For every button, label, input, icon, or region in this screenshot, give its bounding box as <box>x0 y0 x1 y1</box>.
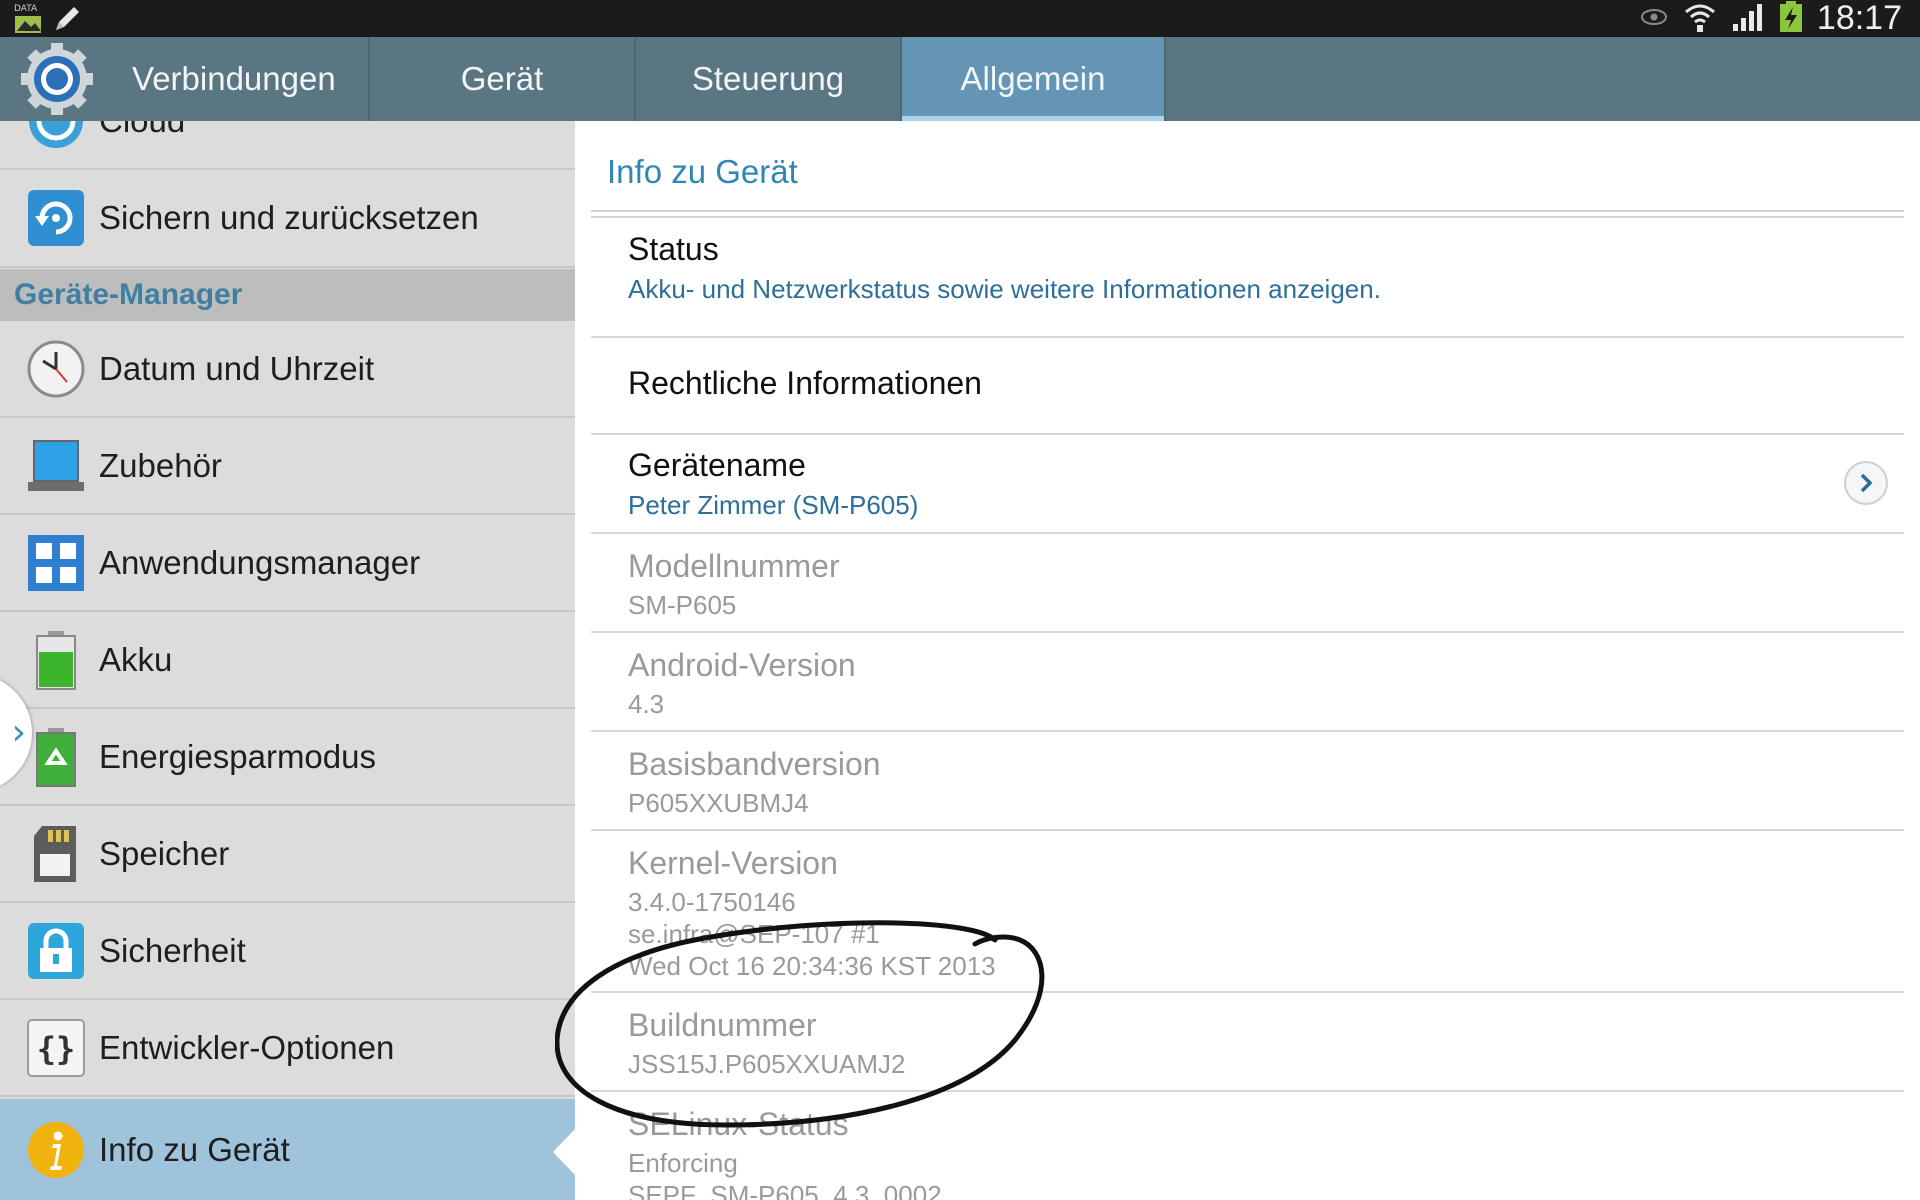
sidebar-item-label: Datum und Uhrzeit <box>99 349 375 387</box>
tab-label: Gerät <box>460 60 544 97</box>
lock-icon <box>26 921 86 981</box>
sidebar-item-label: Anwendungsmanager <box>99 543 421 581</box>
info-icon <box>26 1120 86 1180</box>
section-header-geraete-manager: Geräte-Manager <box>0 269 575 321</box>
sidebar-item-label: Info zu Gerät <box>99 1130 290 1168</box>
chevron-right-icon[interactable] <box>1844 461 1888 505</box>
item-title: Basisbandversion <box>628 746 881 782</box>
item-subtitle: Peter Zimmer (SM-P605) <box>628 490 919 520</box>
item-subtitle: Akku- und Netzwerkstatus sowie weitere I… <box>628 274 1381 304</box>
chevron-right-icon: › <box>11 712 26 753</box>
list-item-modellnummer: Modellnummer SM-P605 <box>591 534 1904 633</box>
sidebar-item-label: Sicherheit <box>99 931 246 969</box>
data-icon: DATA <box>14 4 44 35</box>
battery-icon <box>26 630 86 690</box>
list-item-basisbandversion: Basisbandversion P605XXUBMJ4 <box>591 732 1904 831</box>
cloud-icon <box>26 121 86 151</box>
sidebar-item-label: Sichern und zurücksetzen <box>99 199 479 236</box>
sd-card-icon <box>26 824 86 884</box>
tab-label: Steuerung <box>691 60 845 97</box>
sidebar-item-akku[interactable]: Akku <box>0 612 575 709</box>
settings-sidebar: Cloud Sichern und zurücksetzen Geräte-Ma… <box>0 121 575 1200</box>
item-subtitle: Enforcing <box>628 1148 738 1178</box>
hand-drawn-circle-annotation <box>555 920 1045 1128</box>
sidebar-item-entwickler-optionen[interactable]: {} Entwickler-Optionen <box>0 1000 575 1097</box>
developer-braces-icon: {} <box>26 1018 86 1078</box>
svg-text:{}: {} <box>37 1030 76 1068</box>
list-item-android-version: Android-Version 4.3 <box>591 633 1904 732</box>
status-bar: DATA 18:17 <box>0 0 1920 37</box>
backup-reset-icon <box>26 188 86 248</box>
battery-charging-icon <box>1779 0 1803 37</box>
tab-label: Allgemein <box>960 60 1106 97</box>
section-header-label: Geräte-Manager <box>14 278 243 311</box>
sidebar-item-sicherheit[interactable]: Sicherheit <box>0 903 575 1000</box>
selection-pointer <box>553 1128 576 1176</box>
item-subtitle: SM-P605 <box>628 590 737 620</box>
signal-icon <box>1731 2 1765 36</box>
tab-allgemein[interactable]: Allgemein <box>902 37 1166 121</box>
accessory-icon <box>26 436 86 496</box>
item-subtitle: SEPF_SM-P605_4.3_0002 <box>628 1180 942 1200</box>
status-clock: 18:17 <box>1816 0 1902 37</box>
item-title: Modellnummer <box>628 548 840 584</box>
power-saving-icon <box>26 727 86 787</box>
tab-geraet[interactable]: Gerät <box>370 37 636 121</box>
eye-icon <box>1639 6 1669 32</box>
tab-bar: Verbindungen Gerät Steuerung Allgemein <box>0 37 1920 121</box>
item-title: Status <box>628 231 719 267</box>
item-title: Kernel-Version <box>628 845 838 881</box>
item-subtitle: 4.3 <box>628 689 665 719</box>
sidebar-item-label: Energiesparmodus <box>99 737 376 775</box>
page-title: Info zu Gerät <box>607 153 798 190</box>
sidebar-item-label: Akku <box>99 640 173 678</box>
item-title: Android-Version <box>628 647 856 683</box>
sidebar-item-label: Cloud <box>99 121 185 140</box>
sidebar-item-zubehoer[interactable]: Zubehör <box>0 418 575 515</box>
settings-gear-icon <box>20 43 94 115</box>
sidebar-item-label: Entwickler-Optionen <box>99 1028 395 1066</box>
item-title: Rechtliche Informationen <box>628 365 982 401</box>
wifi-icon <box>1683 1 1717 37</box>
item-title: Gerätename <box>628 447 806 483</box>
pen-icon <box>52 4 82 38</box>
sidebar-item-label: Speicher <box>99 834 230 872</box>
list-item-geraetename[interactable]: Gerätename Peter Zimmer (SM-P605) <box>591 435 1904 534</box>
tab-steuerung[interactable]: Steuerung <box>636 37 902 121</box>
apps-grid-icon <box>26 533 86 593</box>
sidebar-item-label: Zubehör <box>99 446 222 484</box>
sidebar-item-speicher[interactable]: Speicher <box>0 806 575 903</box>
sidebar-item-anwendungsmanager[interactable]: Anwendungsmanager <box>0 515 575 612</box>
item-subtitle: P605XXUBMJ4 <box>628 788 809 818</box>
sidebar-item-datum-uhrzeit[interactable]: Datum und Uhrzeit <box>0 321 575 418</box>
sidebar-item-energiesparmodus[interactable]: Energiesparmodus <box>0 709 575 806</box>
sidebar-item-cloud[interactable]: Cloud <box>0 121 575 170</box>
clock-icon <box>26 339 86 399</box>
list-item-status[interactable]: Status Akku- und Netzwerkstatus sowie we… <box>591 218 1904 338</box>
sidebar-item-sichern[interactable]: Sichern und zurücksetzen <box>0 170 575 268</box>
title-divider <box>591 210 1904 212</box>
sidebar-item-info-zu-geraet[interactable]: Info zu Gerät <box>0 1099 575 1200</box>
tab-label: Verbindungen <box>132 60 336 97</box>
list-item-rechtliche-informationen[interactable]: Rechtliche Informationen <box>591 338 1904 435</box>
